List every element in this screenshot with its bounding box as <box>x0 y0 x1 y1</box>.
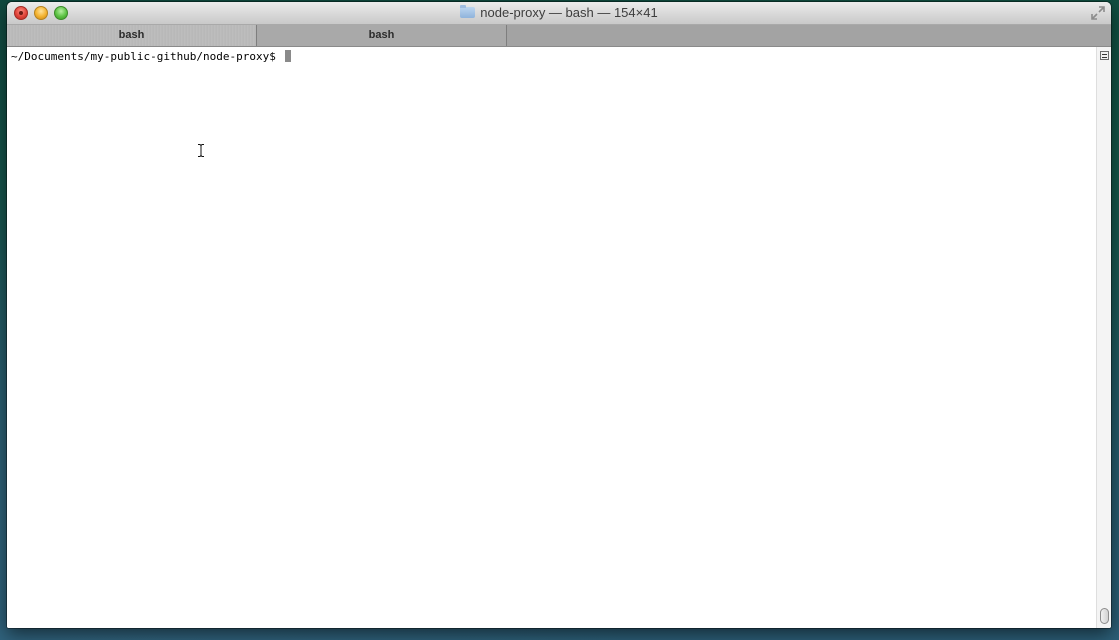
terminal-content[interactable]: ~/Documents/my-public-github/node-proxy$ <box>7 47 1097 628</box>
window-title: node-proxy — bash — 154×41 <box>480 5 658 20</box>
prompt-line: ~/Documents/my-public-github/node-proxy$ <box>11 50 291 64</box>
fullscreen-icon[interactable] <box>1091 6 1105 20</box>
folder-icon <box>460 5 476 18</box>
split-pane-button[interactable] <box>1100 51 1109 60</box>
scrollbar-thumb[interactable] <box>1100 608 1109 624</box>
vertical-scrollbar[interactable] <box>1096 47 1111 628</box>
tab-bash-2[interactable]: bash <box>257 25 507 46</box>
tab-bar: bash bash <box>7 25 1111 47</box>
tab-bash-1[interactable]: bash <box>7 25 257 46</box>
window-title-container: node-proxy — bash — 154×41 <box>7 5 1111 20</box>
block-cursor <box>284 50 291 62</box>
title-bar[interactable]: node-proxy — bash — 154×41 <box>7 2 1111 25</box>
shell-prompt: ~/Documents/my-public-github/node-proxy$ <box>11 50 283 63</box>
text-ibeam-cursor-icon <box>198 144 204 157</box>
terminal-window: node-proxy — bash — 154×41 bash bash ~/D… <box>7 2 1111 628</box>
